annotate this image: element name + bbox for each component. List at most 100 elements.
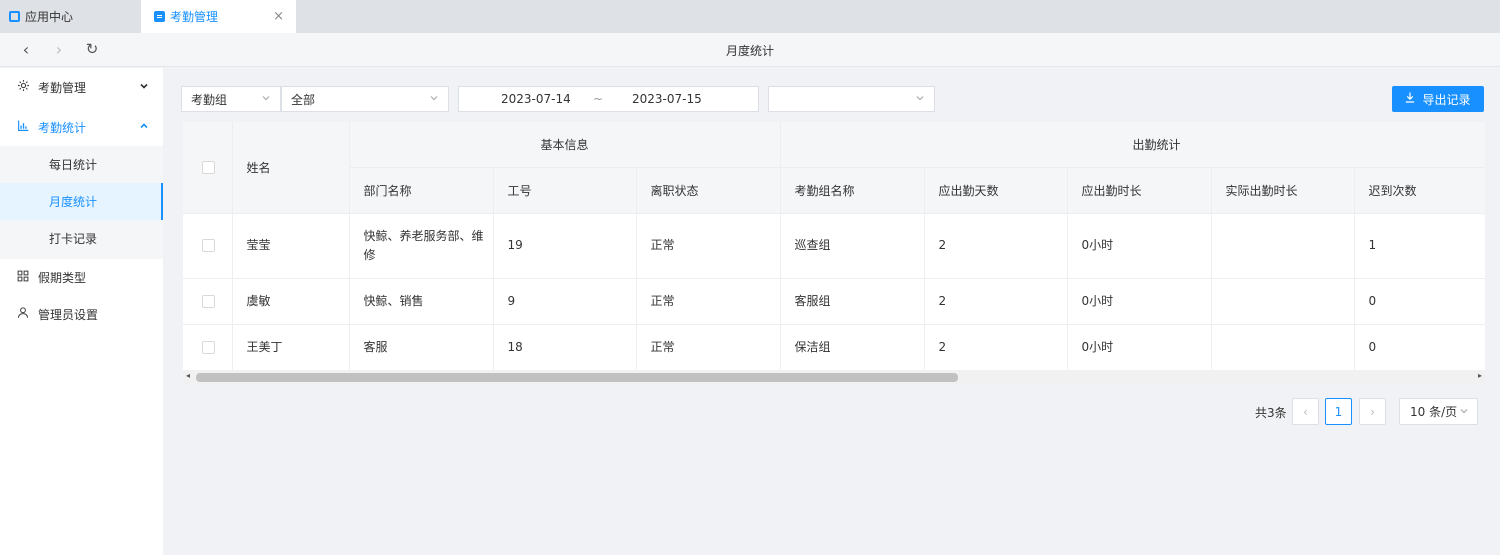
sidebar-item-label: 假期类型 (38, 270, 87, 285)
date-start[interactable]: 2023-07-14 (501, 92, 571, 106)
group-header-attendance: 出勤统计 (780, 122, 1485, 168)
prev-page-button[interactable]: ‹ (1292, 398, 1319, 425)
attendance-group-select[interactable]: 考勤组 (181, 86, 281, 112)
export-label: 导出记录 (1422, 92, 1471, 107)
sidebar-item-monthly-statistics[interactable]: 月度统计 (0, 183, 163, 220)
document-icon (154, 11, 165, 22)
cell-group: 保洁组 (780, 324, 925, 370)
column-header: 应出勤天数 (924, 167, 1068, 214)
cell-name: 王美丁 (232, 324, 350, 370)
export-button[interactable]: 导出记录 (1392, 86, 1484, 112)
cell-department: 客服 (349, 324, 494, 370)
cell-name: 莹莹 (232, 213, 350, 279)
cell-employee-id: 9 (493, 278, 637, 325)
row-select-cell (183, 213, 233, 279)
sidebar-item-label: 考勤管理 (38, 80, 87, 95)
next-page-button[interactable]: › (1359, 398, 1386, 425)
tab-attendance[interactable]: 考勤管理 × (141, 0, 296, 33)
cell-status: 正常 (636, 213, 781, 279)
bar-chart-icon (16, 119, 30, 135)
cell-department: 快鲸、养老服务部、维修 (349, 213, 494, 279)
sidebar-item-daily-statistics[interactable]: 每日统计 (0, 146, 163, 183)
statistics-table: 姓名 基本信息 出勤统计 部门名称 工号 离职状态 考勤组名称 应出勤天数 应出… (183, 122, 1485, 370)
grid-icon (16, 270, 30, 285)
date-range-picker[interactable]: 2023-07-14 ~ 2023-07-15 (458, 86, 759, 112)
user-icon (16, 306, 30, 322)
chevron-up-icon (139, 121, 149, 134)
sidebar-item-label: 管理员设置 (38, 307, 99, 322)
gear-icon (16, 79, 30, 95)
cell-actual-hours (1211, 278, 1355, 325)
table-row: 王美丁 客服 18 正常 保洁组 2 0小时 0 (183, 324, 1485, 370)
column-header: 迟到次数 (1354, 167, 1485, 214)
row-checkbox[interactable] (202, 239, 215, 252)
submenu-attendance-statistics: 每日统计 月度统计 打卡记录 (0, 146, 163, 259)
column-header: 离职状态 (636, 167, 781, 214)
group-header-basic-info: 基本信息 (349, 122, 781, 168)
page-button-current[interactable]: 1 (1325, 398, 1352, 425)
column-header-name: 姓名 (232, 122, 350, 214)
cell-late-count: 0 (1354, 278, 1485, 325)
tab-label: 考勤管理 (170, 10, 219, 24)
date-end[interactable]: 2023-07-15 (632, 92, 702, 106)
cell-required-hours: 0小时 (1067, 278, 1212, 325)
cell-actual-hours (1211, 213, 1355, 279)
nav-bar: ‹ › ↻ 月度统计 (0, 33, 1500, 67)
cell-required-days: 2 (924, 324, 1068, 370)
page-size-value: 10 条/页 (1410, 405, 1458, 419)
scope-select[interactable]: 全部 (281, 86, 449, 112)
cell-group: 客服组 (780, 278, 925, 325)
table-row: 虞敏 快鲸、销售 9 正常 客服组 2 0小时 0 (183, 278, 1485, 325)
close-icon[interactable]: × (273, 9, 284, 24)
sidebar-item-attendance-management[interactable]: 考勤管理 (0, 68, 163, 106)
sidebar-item-attendance-statistics[interactable]: 考勤统计 (0, 108, 163, 146)
cell-required-days: 2 (924, 213, 1068, 279)
cell-status: 正常 (636, 278, 781, 325)
chevron-down-icon (1459, 406, 1469, 419)
filter-select[interactable] (768, 86, 935, 112)
page-title: 月度统计 (725, 44, 774, 58)
date-separator: ~ (593, 92, 604, 106)
column-header: 工号 (493, 167, 637, 214)
cell-employee-id: 19 (493, 213, 637, 279)
sidebar: 考勤管理 考勤统计 每日统计 月度统计 打卡记录 假期类型 管理员设置 (0, 68, 163, 555)
row-select-cell (183, 278, 233, 325)
page-size-select[interactable]: 10 条/页 (1399, 398, 1478, 425)
cell-group: 巡查组 (780, 213, 925, 279)
row-checkbox[interactable] (202, 340, 215, 354)
cell-employee-id: 18 (493, 324, 637, 370)
cell-status: 正常 (636, 324, 781, 370)
row-select-cell (183, 324, 233, 370)
download-icon (1405, 92, 1415, 106)
table-row: 莹莹 快鲸、养老服务部、维修 19 正常 巡查组 2 0小时 1 (183, 213, 1485, 279)
sidebar-item-clock-records[interactable]: 打卡记录 (0, 220, 163, 257)
select-all-checkbox[interactable] (202, 160, 215, 174)
horizontal-scrollbar[interactable]: ◂ ▸ (183, 370, 1485, 384)
cell-required-hours: 0小时 (1067, 213, 1212, 279)
tab-app-center[interactable]: 应用中心 (0, 0, 140, 33)
tab-label: 应用中心 (25, 10, 74, 24)
row-checkbox[interactable] (202, 294, 215, 308)
chevron-down-icon (139, 81, 149, 94)
select-value: 全部 (291, 92, 316, 107)
column-header: 考勤组名称 (780, 167, 925, 214)
column-header: 实际出勤时长 (1211, 167, 1355, 214)
cell-required-days: 2 (924, 278, 1068, 325)
select-value: 考勤组 (191, 92, 228, 107)
chevron-down-icon (429, 93, 439, 106)
app-icon (9, 11, 20, 22)
sidebar-item-admin-settings[interactable]: 管理员设置 (0, 295, 163, 333)
scroll-left-arrow-icon[interactable]: ◂ (186, 371, 190, 380)
scrollbar-thumb[interactable] (196, 373, 958, 382)
scroll-right-arrow-icon[interactable]: ▸ (1478, 371, 1482, 380)
select-all-cell (183, 122, 233, 214)
column-header: 部门名称 (349, 167, 494, 214)
cell-late-count: 1 (1354, 213, 1485, 279)
sidebar-item-leave-types[interactable]: 假期类型 (0, 258, 163, 296)
pagination-total: 共3条 (1255, 406, 1287, 420)
cell-actual-hours (1211, 324, 1355, 370)
chevron-down-icon (261, 93, 271, 106)
chevron-down-icon (915, 93, 925, 106)
cell-department: 快鲸、销售 (349, 278, 494, 325)
cell-late-count: 0 (1354, 324, 1485, 370)
